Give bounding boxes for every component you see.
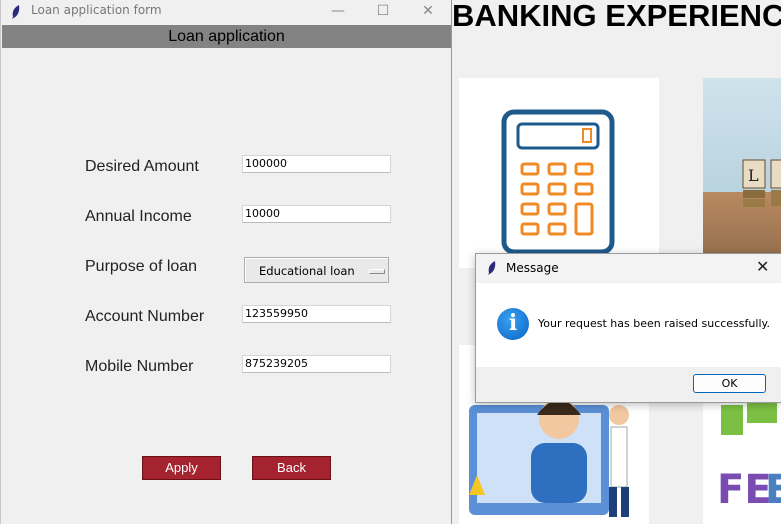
info-icon: i (497, 308, 529, 340)
account-number-field[interactable]: 123559950 (242, 305, 391, 323)
desired-amount-field[interactable]: 100000 (242, 155, 391, 173)
coins-illustration: L (742, 159, 781, 207)
mobile-number-field[interactable]: 875239205 (242, 355, 391, 373)
feather-icon (488, 261, 496, 275)
message-dialog: Message ✕ i Your request has been raised… (475, 253, 781, 403)
mobile-number-label: Mobile Number (85, 358, 194, 375)
maximize-button[interactable]: ☐ (360, 0, 406, 24)
svg-text:FE: FE (717, 467, 772, 513)
ok-button[interactable]: OK (693, 374, 766, 393)
loan-application-window: Loan application form — ☐ ✕ Loan applica… (0, 0, 452, 524)
back-button[interactable]: Back (252, 456, 331, 480)
banking-heading: BANKING EXPERIENC (452, 0, 781, 33)
calculator-card[interactable] (459, 78, 659, 268)
window-titlebar[interactable]: Loan application form — ☐ ✕ (1, 0, 451, 24)
loan-coins-card[interactable]: L (703, 78, 781, 268)
close-button[interactable]: ✕ (405, 0, 451, 24)
account-number-label: Account Number (85, 308, 205, 325)
dialog-title: Message (506, 261, 559, 275)
dialog-body: i Your request has been raised successfu… (476, 283, 781, 367)
desired-amount-label: Desired Amount (85, 158, 199, 175)
purpose-selected-value: Educational loan (259, 264, 355, 278)
dropdown-indicator-icon (369, 269, 385, 274)
page-header: Loan application (2, 25, 451, 48)
svg-text:E: E (765, 467, 781, 513)
apply-button[interactable]: Apply (142, 456, 221, 480)
dialog-titlebar[interactable]: Message ✕ (476, 254, 781, 282)
purpose-label: Purpose of loan (85, 258, 198, 275)
calculator-illustration (501, 109, 615, 255)
feather-icon (12, 5, 20, 19)
annual-income-field[interactable]: 10000 (242, 205, 391, 223)
dialog-close-button[interactable]: ✕ (756, 257, 769, 276)
window-title: Loan application form (31, 3, 162, 17)
annual-income-label: Annual Income (85, 208, 192, 225)
purpose-dropdown[interactable]: Educational loan (244, 257, 389, 283)
minimize-button[interactable]: — (315, 0, 361, 24)
dialog-message: Your request has been raised successfull… (538, 317, 770, 330)
svg-text:L: L (748, 166, 759, 185)
